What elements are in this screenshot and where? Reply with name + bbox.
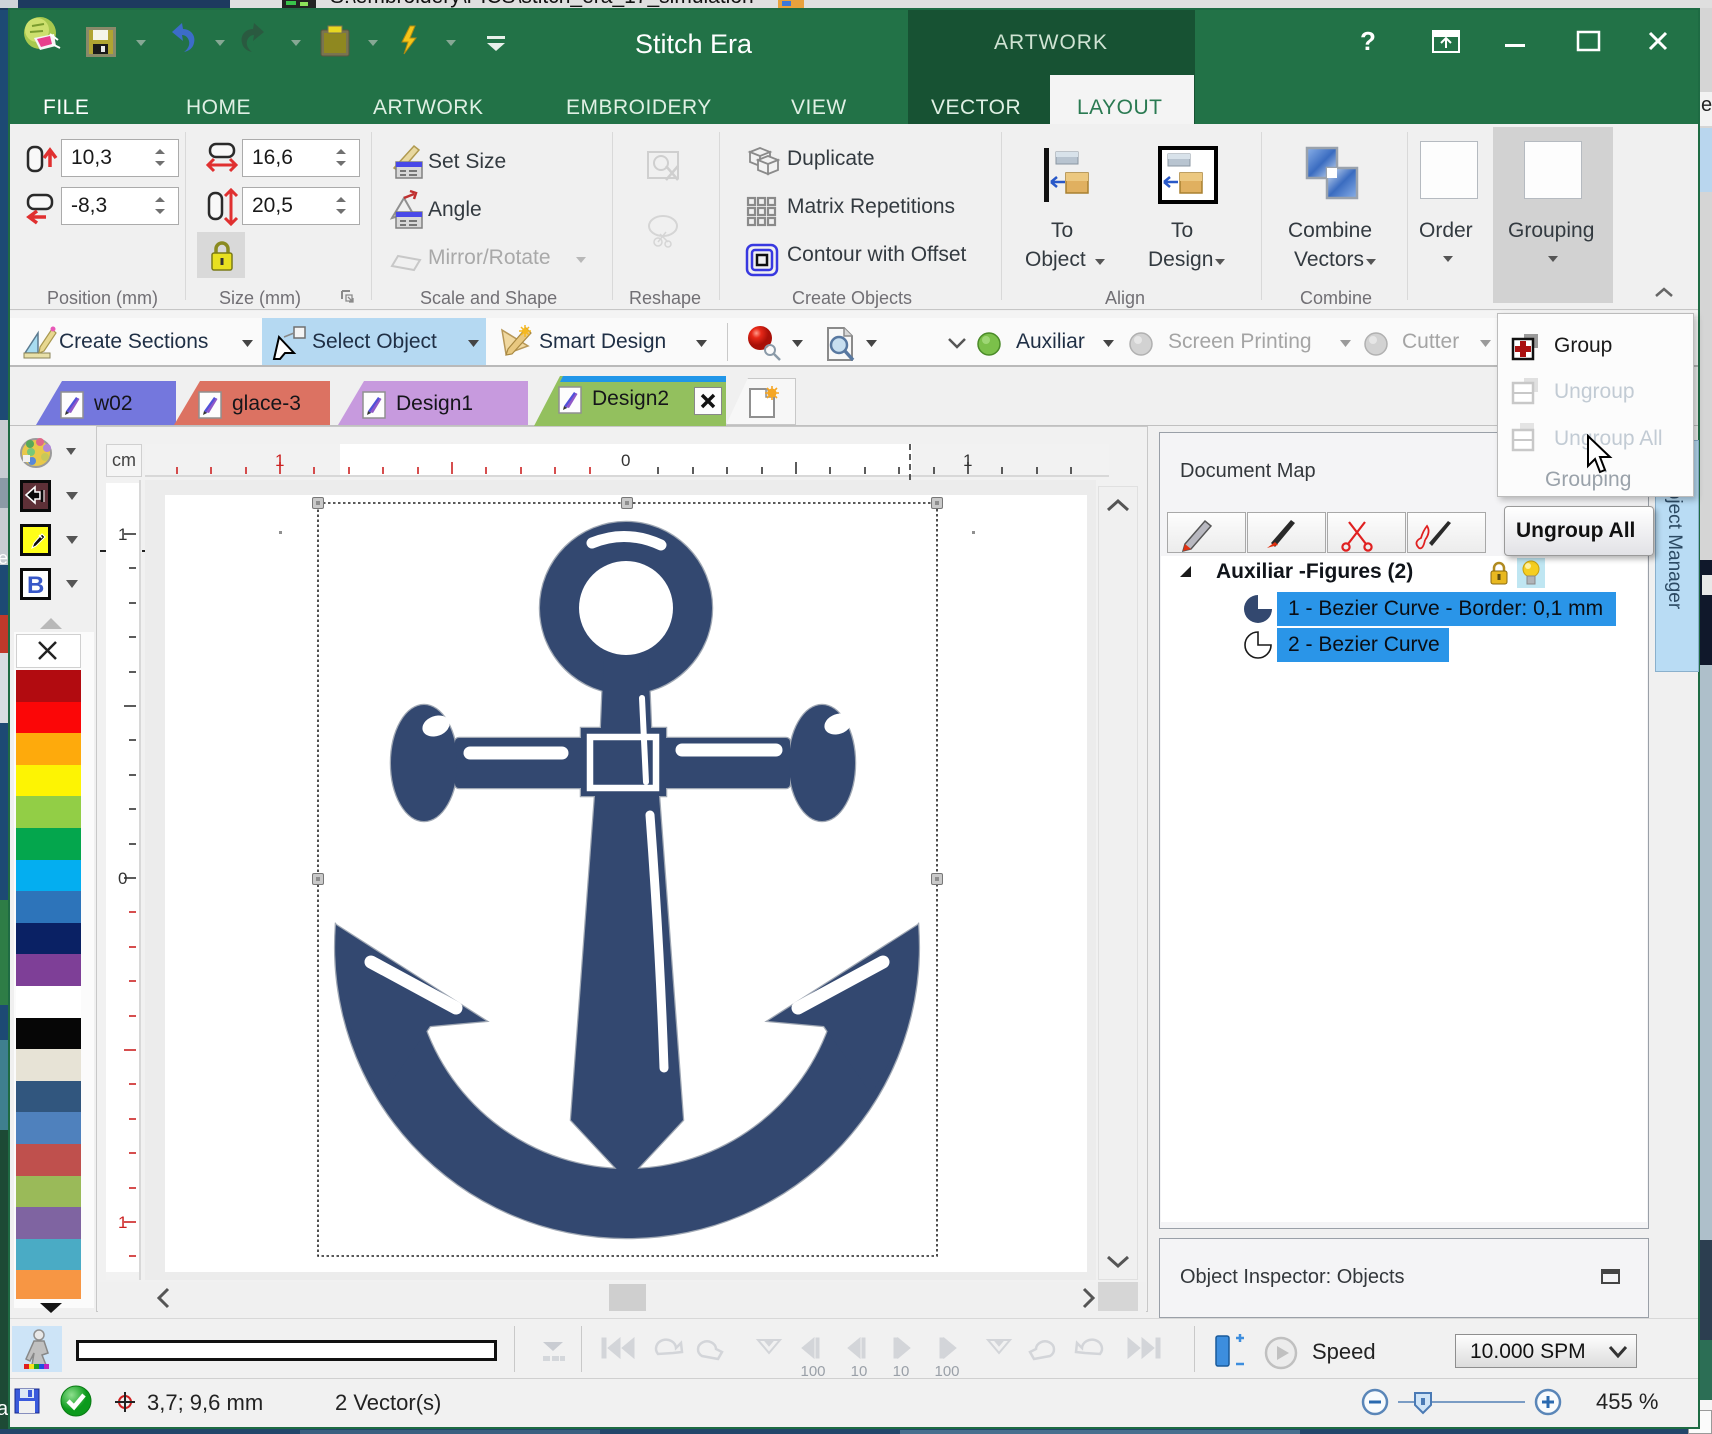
svg-text:1: 1 (963, 451, 972, 470)
svg-text:100: 100 (934, 1363, 959, 1378)
svg-text:1: 1 (118, 1213, 127, 1232)
svg-text:?: ? (1360, 28, 1376, 56)
svg-text:10: 10 (851, 1363, 868, 1378)
svg-text:1: 1 (275, 451, 284, 470)
svg-text:1: 1 (118, 525, 127, 544)
svg-text:100: 100 (800, 1363, 825, 1378)
svg-text:0: 0 (621, 451, 630, 470)
svg-text:0: 0 (118, 869, 127, 888)
svg-text:10: 10 (893, 1363, 910, 1378)
